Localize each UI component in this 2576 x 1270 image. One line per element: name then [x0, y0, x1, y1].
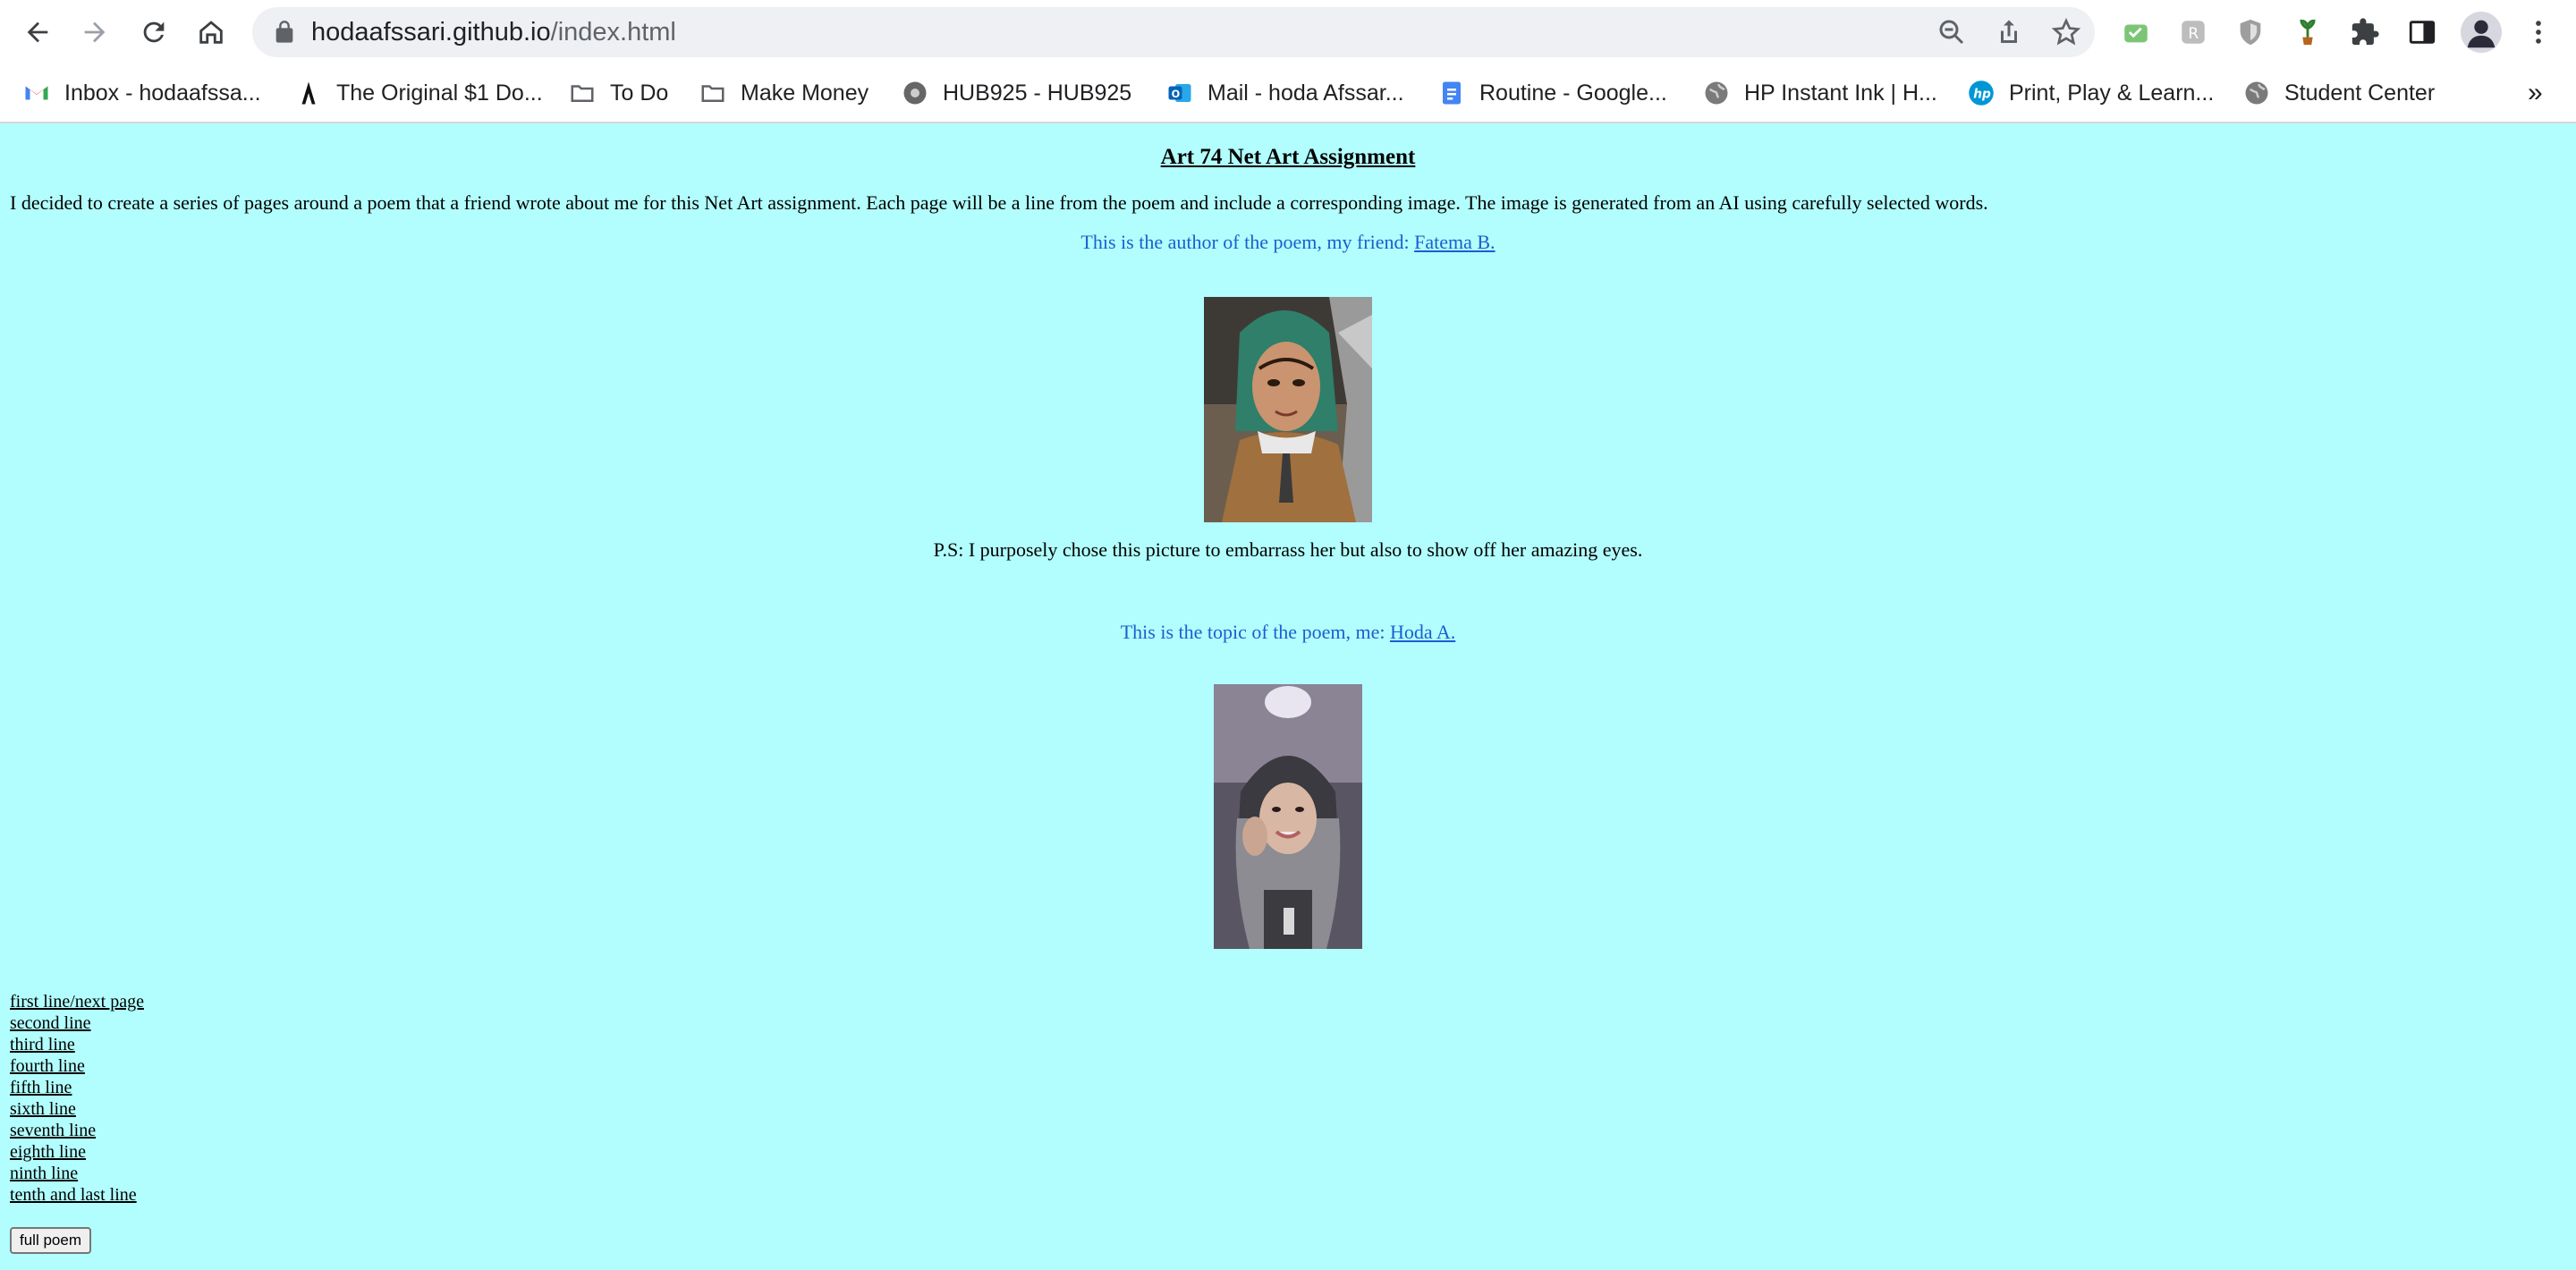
bookmark-label: Mail - hoda Afssar...	[1208, 80, 1404, 106]
folder-icon	[699, 80, 726, 106]
ps-note: P.S: I purposely chose this picture to e…	[933, 538, 1643, 561]
bookmark-folder-make-money[interactable]: Make Money	[699, 72, 869, 114]
full-poem-button[interactable]: full poem	[10, 1227, 91, 1254]
extension-r-icon[interactable]: R	[2175, 14, 2211, 50]
bookmark-print-play-learn[interactable]: hp Print, Play & Learn...	[1968, 72, 2214, 114]
reload-button[interactable]	[132, 11, 175, 54]
bookmark-folder-todo[interactable]: To Do	[569, 72, 668, 114]
globe-icon	[1703, 80, 1730, 106]
reload-icon	[143, 21, 165, 43]
line-link-5[interactable]: fifth line	[10, 1077, 144, 1098]
bookmark-dollar[interactable]: The Original $1 Do...	[295, 72, 543, 114]
bookmark-label: Student Center	[2284, 80, 2436, 106]
line-link-6[interactable]: sixth line	[10, 1098, 144, 1120]
extension-check-icon[interactable]	[2118, 14, 2154, 50]
topic-photo	[1214, 684, 1362, 949]
svg-text:O: O	[1172, 89, 1181, 100]
bookmark-hp-instant-ink[interactable]: HP Instant Ink | H...	[1703, 72, 1937, 114]
svg-text:R: R	[2188, 25, 2199, 43]
forward-button[interactable]	[73, 11, 116, 54]
bookmark-label: Make Money	[741, 80, 869, 106]
extension-shield-icon[interactable]	[2233, 14, 2268, 50]
outlook-icon: O	[1166, 80, 1193, 106]
extensions-puzzle-icon[interactable]	[2347, 14, 2383, 50]
line-link-8[interactable]: eighth line	[10, 1141, 144, 1163]
bookmark-label: To Do	[610, 80, 669, 106]
globe-icon	[2243, 80, 2270, 106]
bookmark-label: Inbox - hodaafssa...	[64, 80, 261, 106]
bookmark-inbox[interactable]: Inbox - hodaafssa...	[23, 72, 261, 114]
line-link-10[interactable]: tenth and last line	[10, 1184, 144, 1206]
url-host: hodaafssari.github.io	[311, 18, 551, 47]
author-prefix: This is the author of the poem, my frien…	[1080, 231, 1415, 253]
author-photo	[1204, 297, 1372, 522]
svg-text:hp: hp	[1973, 88, 1991, 102]
bookmark-student-center[interactable]: Student Center	[2243, 72, 2435, 114]
arrow-right-icon	[84, 21, 106, 43]
page-content: Art 74 Net Art Assignment I decided to c…	[0, 123, 2576, 1270]
lock-icon	[275, 21, 293, 43]
url-text[interactable]: hodaafssari.github.io/index.html	[311, 7, 676, 57]
topic-prefix: This is the topic of the poem, me:	[1120, 621, 1390, 643]
author-credit: This is the author of the poem, my frien…	[0, 231, 2576, 254]
bookmark-label: Routine - Google...	[1479, 80, 1667, 106]
side-panel-icon[interactable]	[2404, 14, 2440, 50]
topic-credit: This is the topic of the poem, me: Hoda …	[0, 621, 2576, 644]
bookmark-label: HP Instant Ink | H...	[1744, 80, 1937, 106]
line-link-1[interactable]: first line/next page	[10, 991, 144, 1012]
menu-kebab-icon[interactable]	[2521, 14, 2556, 50]
extension-plant-icon[interactable]	[2290, 14, 2326, 50]
gmail-icon	[23, 80, 50, 106]
home-button[interactable]	[190, 11, 233, 54]
url-path: /index.html	[550, 18, 676, 47]
profile-avatar[interactable]	[2460, 11, 2503, 54]
page-title: Art 74 Net Art Assignment	[1160, 145, 1416, 169]
poem-line-links: first line/next page second line third l…	[10, 991, 144, 1206]
hp-icon: hp	[1968, 80, 1995, 106]
arrow-left-icon	[27, 21, 48, 43]
browser-toolbar: hodaafssari.github.io/index.html R	[0, 0, 2576, 64]
dollar-site-icon	[295, 80, 322, 106]
line-link-9[interactable]: ninth line	[10, 1163, 144, 1184]
zoom-icon[interactable]	[1936, 16, 1968, 48]
line-link-3[interactable]: third line	[10, 1034, 144, 1055]
folder-icon	[569, 80, 596, 106]
topic-link[interactable]: Hoda A.	[1390, 621, 1455, 643]
address-bar[interactable]: hodaafssari.github.io/index.html	[252, 7, 2095, 57]
author-link[interactable]: Fatema B.	[1414, 231, 1495, 253]
bookmark-mail[interactable]: O Mail - hoda Afssar...	[1166, 72, 1404, 114]
star-icon[interactable]	[2050, 16, 2082, 48]
home-icon	[199, 21, 223, 44]
bookmark-label: Print, Play & Learn...	[2009, 80, 2215, 106]
bookmark-routine[interactable]: Routine - Google...	[1438, 72, 1667, 114]
bookmarks-bar: Inbox - hodaafssa... The Original $1 Do.…	[0, 72, 2576, 114]
overflow-label: »	[2528, 78, 2543, 107]
bookmark-label: The Original $1 Do...	[336, 80, 543, 106]
bookmark-hub925[interactable]: HUB925 - HUB925	[902, 72, 1131, 114]
intro-text: I decided to create a series of pages ar…	[10, 191, 1988, 214]
browser-chrome: hodaafssari.github.io/index.html R Inbox…	[0, 0, 2576, 123]
google-docs-icon	[1438, 80, 1465, 106]
hub-icon	[902, 80, 928, 106]
bookmarks-overflow-button[interactable]: »	[2528, 72, 2543, 114]
line-link-4[interactable]: fourth line	[10, 1055, 144, 1077]
bookmark-label: HUB925 - HUB925	[943, 80, 1132, 106]
back-button[interactable]	[16, 11, 59, 54]
line-link-2[interactable]: second line	[10, 1012, 144, 1034]
line-link-7[interactable]: seventh line	[10, 1120, 144, 1141]
share-icon[interactable]	[1993, 16, 2025, 48]
